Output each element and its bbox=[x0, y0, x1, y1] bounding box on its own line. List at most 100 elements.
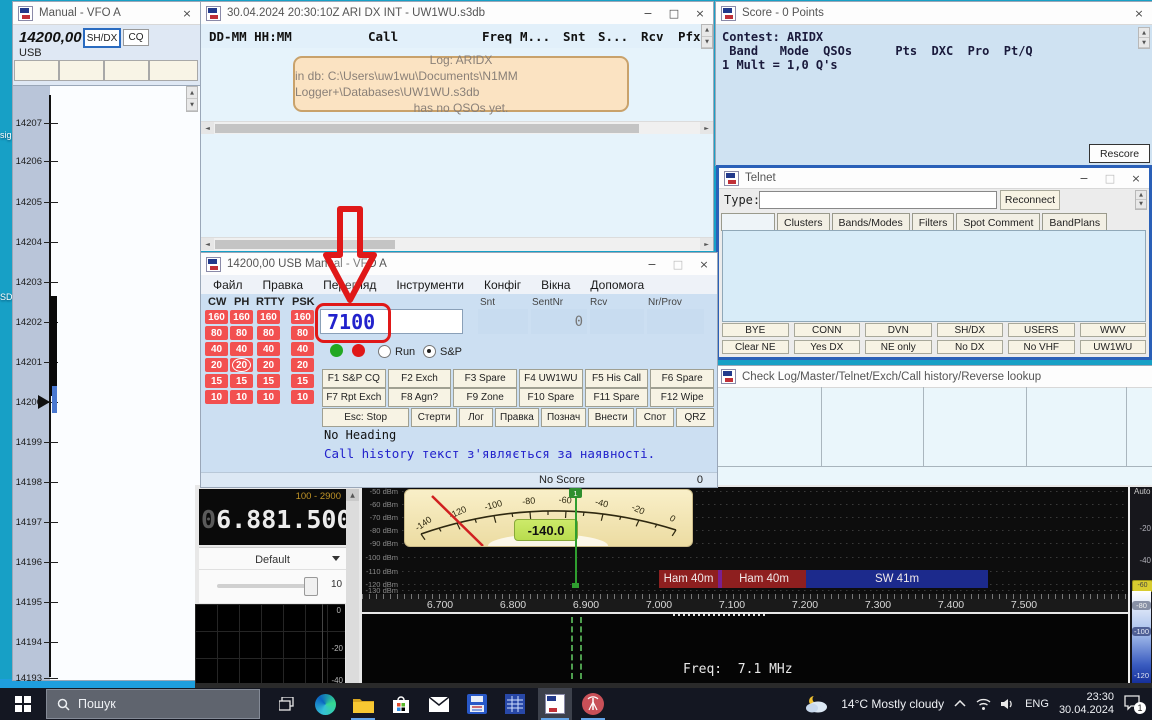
close-icon[interactable]: × bbox=[691, 254, 717, 275]
log-second-pane[interactable] bbox=[201, 134, 713, 237]
nrprov-input[interactable] bbox=[647, 309, 704, 334]
bandplan-ham40m-1[interactable]: Ham 40m bbox=[659, 570, 718, 588]
store-button[interactable]: Внести bbox=[588, 408, 634, 427]
band-button[interactable]: 80 bbox=[205, 326, 228, 340]
search-box[interactable]: Пошук bbox=[46, 689, 260, 719]
speaker-icon[interactable] bbox=[1001, 698, 1015, 710]
tab-clusters[interactable]: Clusters bbox=[777, 213, 830, 231]
log-column-header[interactable]: Snt bbox=[563, 29, 586, 44]
spin-up-icon[interactable]: ▲ bbox=[1139, 28, 1149, 38]
language-indicator[interactable]: ENG bbox=[1025, 698, 1049, 710]
band-button[interactable]: 15 bbox=[230, 374, 253, 388]
spectrum-panel[interactable]: -50 dBm -60 dBm -70 dBm -80 dBm -90 dBm … bbox=[362, 487, 1128, 612]
tab-spot-comment[interactable]: Spot Comment bbox=[956, 213, 1040, 231]
spin-down-icon[interactable]: ▼ bbox=[702, 37, 712, 49]
run-radio-icon[interactable] bbox=[378, 345, 391, 358]
band-button[interactable]: 15 bbox=[205, 374, 228, 388]
band-button[interactable]: 40 bbox=[205, 342, 228, 356]
menu-tools[interactable]: Інструменти bbox=[390, 276, 470, 294]
minimize-icon[interactable]: − bbox=[1071, 168, 1097, 189]
maximize-icon[interactable]: □ bbox=[661, 3, 687, 24]
scroll-left-icon[interactable]: ◄ bbox=[201, 238, 214, 250]
dvn-button[interactable]: DVN bbox=[865, 323, 932, 337]
snt-input[interactable] bbox=[478, 309, 528, 334]
log-column-header[interactable]: DD-MM HH:MM bbox=[209, 29, 292, 44]
logger-app-button[interactable] bbox=[462, 688, 492, 720]
spectrum-plot[interactable]: -50 dBm -60 dBm -70 dBm -80 dBm -90 dBm … bbox=[362, 487, 1128, 594]
f1-button[interactable]: F1 S&P CQ bbox=[322, 369, 386, 388]
tab-filters[interactable]: Filters bbox=[912, 213, 955, 231]
f7-button[interactable]: F7 Rpt Exch bbox=[322, 388, 386, 407]
tab-terminal[interactable] bbox=[721, 213, 775, 231]
f10-button[interactable]: F10 Spare bbox=[519, 388, 583, 407]
band-button[interactable]: 20 bbox=[257, 358, 280, 372]
log-button[interactable]: Лог bbox=[459, 408, 493, 427]
spin-up-icon[interactable]: ▲ bbox=[1136, 191, 1146, 200]
sp-radio-icon[interactable] bbox=[423, 345, 436, 358]
log-column-header[interactable]: Pfx bbox=[678, 29, 701, 44]
spin-down-icon[interactable]: ▼ bbox=[1136, 200, 1146, 209]
esc-stop-button[interactable]: Esc: Stop bbox=[322, 408, 409, 427]
mark-button[interactable]: Познач bbox=[541, 408, 587, 427]
band-button[interactable]: 15 bbox=[291, 374, 314, 388]
sdr-app-button[interactable] bbox=[578, 688, 608, 720]
menu-edit[interactable]: Правка bbox=[257, 276, 310, 294]
score-spinner[interactable]: ▲▼ bbox=[1138, 27, 1150, 49]
maximize-icon[interactable]: □ bbox=[665, 254, 691, 275]
sdr-vertical-scrollbar[interactable]: ▲ bbox=[346, 489, 359, 685]
clear-ne-button[interactable]: Clear NE bbox=[722, 340, 789, 354]
auto-label[interactable]: Auto bbox=[1134, 487, 1150, 496]
rcv-input[interactable] bbox=[590, 309, 644, 334]
store-button[interactable] bbox=[386, 688, 416, 720]
log-column-header[interactable]: Rcv bbox=[641, 29, 664, 44]
log-column-header[interactable]: M... bbox=[520, 29, 550, 44]
band-button[interactable]: 20 bbox=[291, 358, 314, 372]
scroll-right-icon[interactable]: ► bbox=[700, 122, 713, 134]
scroll-up-icon[interactable]: ▲ bbox=[346, 489, 359, 501]
wifi-icon[interactable] bbox=[976, 698, 991, 710]
band-button-active[interactable]: 20 bbox=[230, 358, 253, 372]
bye-button[interactable]: BYE bbox=[722, 323, 789, 337]
rescore-button[interactable]: Rescore bbox=[1089, 144, 1150, 163]
spin-up-icon[interactable]: ▲ bbox=[702, 25, 712, 37]
spin-down-icon[interactable]: ▼ bbox=[1139, 38, 1149, 48]
scroll-left-icon[interactable]: ◄ bbox=[201, 122, 214, 134]
menu-help[interactable]: Допомога bbox=[584, 276, 650, 294]
conn-button[interactable]: CONN bbox=[794, 323, 861, 337]
yes-dx-button[interactable]: Yes DX bbox=[794, 340, 861, 354]
spin-down-icon[interactable]: ▼ bbox=[187, 99, 197, 111]
f6-button[interactable]: F6 Spare bbox=[650, 369, 714, 388]
band-button[interactable]: 15 bbox=[257, 374, 280, 388]
users-button[interactable]: USERS bbox=[1008, 323, 1075, 337]
edge-browser-button[interactable] bbox=[310, 688, 340, 720]
tuning-marker-flag[interactable]: 1 bbox=[569, 488, 582, 498]
grid-app-button[interactable] bbox=[500, 688, 530, 720]
volume-slider-handle[interactable] bbox=[304, 577, 318, 596]
band-button[interactable]: 10 bbox=[257, 390, 280, 404]
f11-button[interactable]: F11 Spare bbox=[585, 388, 649, 407]
shdx-button[interactable]: SH/DX bbox=[83, 28, 121, 48]
uw1wu-button[interactable]: UW1WU bbox=[1080, 340, 1147, 354]
f4-button[interactable]: F4 UW1WU bbox=[519, 369, 583, 388]
colorbar-gradient[interactable]: -80 -100 -120 bbox=[1132, 591, 1151, 683]
scroll-right-icon[interactable]: ► bbox=[700, 238, 713, 250]
wwv-button[interactable]: WWV bbox=[1080, 323, 1147, 337]
no-dx-button[interactable]: No DX bbox=[937, 340, 1004, 354]
profile-dropdown[interactable]: Default bbox=[199, 551, 346, 570]
hidden-icons-chevron-icon[interactable] bbox=[954, 700, 966, 708]
shdx-button[interactable]: SH/DX bbox=[937, 323, 1004, 337]
mail-button[interactable] bbox=[424, 688, 454, 720]
telnet-output-area[interactable] bbox=[722, 230, 1146, 322]
band-button[interactable]: 80 bbox=[257, 326, 280, 340]
band-button[interactable]: 80 bbox=[230, 326, 253, 340]
bandmap-zoom-spinner[interactable]: ▲▼ bbox=[186, 86, 198, 112]
telnet-spinner[interactable]: ▲▼ bbox=[1135, 190, 1147, 210]
f2-button[interactable]: F2 Exch bbox=[388, 369, 452, 388]
start-button[interactable] bbox=[0, 688, 46, 720]
bandplan-ham40m-2[interactable]: Ham 40m bbox=[722, 570, 806, 588]
spot-button[interactable]: Спот bbox=[636, 408, 674, 427]
waterfall[interactable]: Freq: 7.1 MHz bbox=[362, 614, 1128, 683]
run-radio[interactable]: Run bbox=[378, 345, 415, 358]
close-icon[interactable]: × bbox=[1126, 3, 1152, 24]
tuned-frequency[interactable]: 06.881.500 bbox=[201, 505, 352, 534]
